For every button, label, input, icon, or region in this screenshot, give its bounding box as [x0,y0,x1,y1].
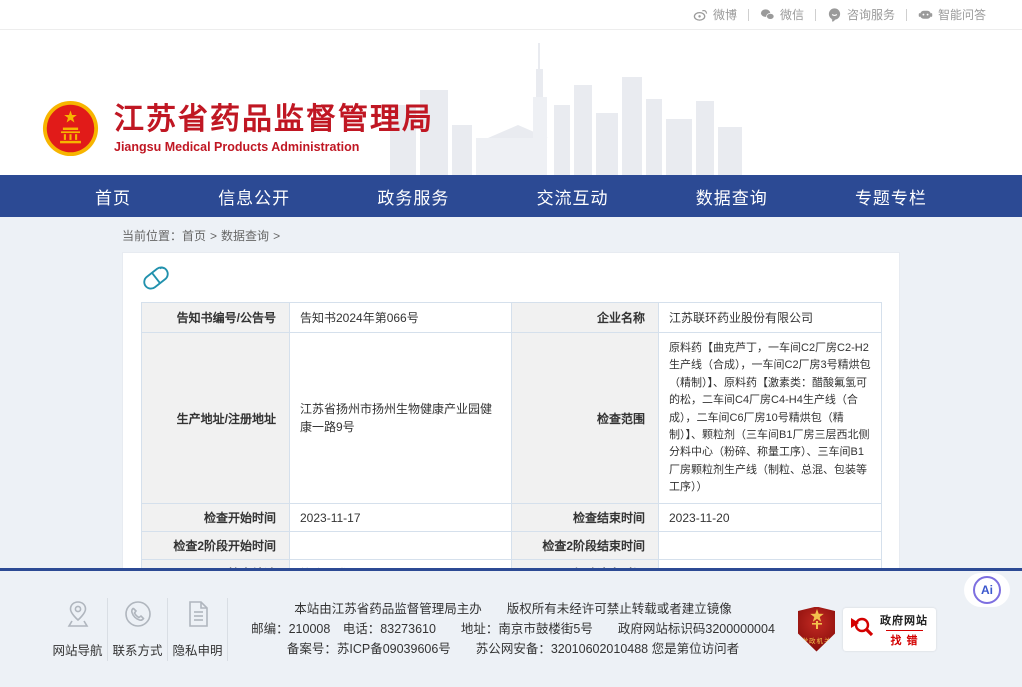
field-label-start-date: 检查开始时间 [142,504,290,532]
site-subtitle: Jiangsu Medical Products Administration [114,140,434,154]
logo-link[interactable]: 江苏省药品监督管理局 Jiangsu Medical Products Admi… [42,100,434,157]
field-label-company-name: 企业名称 [512,303,659,333]
breadcrumb-separator: > [273,229,280,243]
field-label-inspection-scope: 检查范围 [512,333,659,504]
party-gov-badge[interactable]: 党政机关 [798,607,835,652]
ai-icon: Ai [973,576,1001,604]
footer-link-privacy[interactable]: 隐私申明 [168,598,228,661]
consult-service-label: 咨询服务 [847,6,895,23]
weibo-icon [693,7,708,22]
site-title: 江苏省药品监督管理局 [114,103,434,137]
table-row: 检查结论 符合要求 行政决定时间 2024-01-26 [142,560,882,568]
smart-qa-label: 智能问答 [938,6,986,23]
consult-service-link[interactable]: 咨询服务 [827,6,895,23]
wechat-icon [760,7,775,22]
privacy-doc-icon [186,600,210,633]
map-pin-icon [65,600,91,633]
site-check-text: 政府网站 找错 [880,612,928,648]
footer-line-contact: 邮编：210008 电话：83273610 地址：南京市鼓楼街5号 政府网站标识… [228,619,798,639]
footer-copyright-block: 本站由江苏省药品监督管理局主办 版权所有未经许可禁止转载或者建立镜像 邮编：21… [228,599,798,659]
footer: 网站导航 联系方式 隐私申明 本站由江苏省药品监督管理局主办 版权所有未经许可禁… [0,571,1022,687]
national-emblem-icon [42,100,99,157]
breadcrumb: 当前位置：首页 > 数据查询 > [122,217,900,252]
nav-item-home[interactable]: 首页 [95,184,131,209]
weibo-label: 微博 [713,6,737,23]
topbar-separator [748,9,749,21]
site-title-block: 江苏省药品监督管理局 Jiangsu Medical Products Admi… [114,103,434,154]
weibo-link[interactable]: 微博 [693,6,737,23]
robot-qa-icon [918,7,933,22]
party-badge-emblem-icon [807,607,827,633]
magnifier-icon [849,614,875,645]
wechat-label: 微信 [780,6,804,23]
field-value-notice-number: 告知书2024年第066号 [290,303,512,333]
breadcrumb-prefix: 当前位置： [122,229,182,243]
phone-icon [124,600,152,633]
footer-line-host: 本站由江苏省药品监督管理局主办 版权所有未经许可禁止转载或者建立镜像 [228,599,798,619]
field-label-decision-date: 行政决定时间 [512,560,659,568]
footer-badges: 党政机关 政府网站 找错 [798,607,936,652]
field-label-conclusion: 检查结论 [142,560,290,568]
field-value-inspection-scope: 原料药【曲克芦丁，一车间C2厂房C2-H2生产线（合成），一车间C2厂房3号精烘… [659,333,882,504]
topbar-separator [906,9,907,21]
footer-link-label: 联系方式 [112,640,162,659]
nav-item-interaction[interactable]: 交流互动 [537,184,609,209]
breadcrumb-separator: > [210,229,217,243]
field-label-address: 生产地址/注册地址 [142,333,290,504]
nav-item-special-topics[interactable]: 专题专栏 [855,184,927,209]
site-error-report-badge[interactable]: 政府网站 找错 [843,608,936,651]
field-value-phase2-end [659,532,882,560]
ai-assistant-button[interactable]: Ai [964,573,1010,607]
field-value-decision-date: 2024-01-26 [659,560,882,568]
field-label-end-date: 检查结束时间 [512,504,659,532]
nav-item-data-query[interactable]: 数据查询 [696,184,768,209]
inspection-detail-card: 告知书编号/公告号 告知书2024年第066号 企业名称 江苏联环药业股份有限公… [122,252,900,568]
wechat-link[interactable]: 微信 [760,6,804,23]
footer-link-label: 网站导航 [52,640,102,659]
footer-link-contact[interactable]: 联系方式 [108,598,168,661]
table-row: 生产地址/注册地址 江苏省扬州市扬州生物健康产业园健康一路9号 检查范围 原料药… [142,333,882,504]
field-label-phase2-start: 检查2阶段开始时间 [142,532,290,560]
pill-capsule-icon [141,263,171,293]
field-value-address: 江苏省扬州市扬州生物健康产业园健康一路9号 [290,333,512,504]
site-check-action: 找错 [886,630,923,648]
field-label-notice-number: 告知书编号/公告号 [142,303,290,333]
field-value-phase2-start [290,532,512,560]
field-label-phase2-end: 检查2阶段结束时间 [512,532,659,560]
site-header: 江苏省药品监督管理局 Jiangsu Medical Products Admi… [0,30,1022,175]
breadcrumb-home-link[interactable]: 首页 [182,229,206,243]
nav-item-gov-services[interactable]: 政务服务 [377,184,449,209]
field-value-start-date: 2023-11-17 [290,504,512,532]
topbar-separator [815,9,816,21]
footer-quick-links: 网站导航 联系方式 隐私申明 [48,598,228,661]
top-utility-bar: 微博 微信 咨询服务 智能问答 [0,0,1022,30]
table-row: 告知书编号/公告号 告知书2024年第066号 企业名称 江苏联环药业股份有限公… [142,303,882,333]
main-nav: 首页 信息公开 政务服务 交流互动 数据查询 专题专栏 [0,175,1022,217]
breadcrumb-section-link[interactable]: 数据查询 [221,229,269,243]
footer-line-icp: 备案号：苏ICP备09039606号 苏公网安备：32010602010488 … [228,639,798,659]
table-row: 检查开始时间 2023-11-17 检查结束时间 2023-11-20 [142,504,882,532]
party-badge-label: 党政机关 [802,635,832,645]
field-value-conclusion: 符合要求 [290,560,512,568]
city-skyline-graphic [390,35,750,175]
inspection-detail-table: 告知书编号/公告号 告知书2024年第066号 企业名称 江苏联环药业股份有限公… [141,302,882,568]
smart-qa-link[interactable]: 智能问答 [918,6,986,23]
footer-link-label: 隐私申明 [172,640,222,659]
field-value-company-name: 江苏联环药业股份有限公司 [659,303,882,333]
footer-link-site-map[interactable]: 网站导航 [48,598,108,661]
nav-item-info-disclosure[interactable]: 信息公开 [218,184,290,209]
main-content: 当前位置：首页 > 数据查询 > 告知书编号/公告号 告知书2024年第066号 企业… [0,217,1022,568]
consult-chat-icon [827,7,842,22]
field-value-end-date: 2023-11-20 [659,504,882,532]
table-row: 检查2阶段开始时间 检查2阶段结束时间 [142,532,882,560]
site-check-title: 政府网站 [880,612,928,628]
